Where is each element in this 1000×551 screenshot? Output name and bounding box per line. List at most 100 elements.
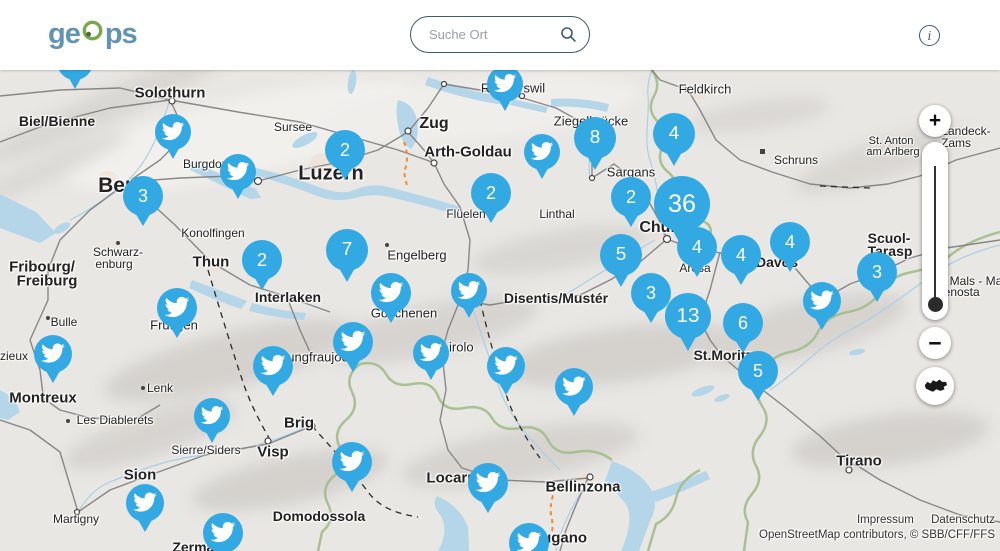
twitter-marker[interactable] <box>487 66 523 102</box>
twitter-marker[interactable] <box>157 288 197 328</box>
twitter-bird-icon <box>162 120 184 142</box>
map-copyright: OpenStreetMap contributors, © SBB/CFF/FF… <box>759 529 995 541</box>
map-place-label: Domodossola <box>273 508 366 524</box>
map-place-label: Bellinzona <box>545 479 620 496</box>
cluster-marker[interactable]: 2 <box>611 177 651 217</box>
twitter-marker[interactable] <box>155 114 191 150</box>
twitter-bird-icon <box>211 520 236 545</box>
impressum-link[interactable]: Impressum <box>857 514 914 526</box>
twitter-bird-icon <box>458 279 480 301</box>
cluster-marker[interactable]: 36 <box>654 176 710 232</box>
twitter-marker[interactable] <box>332 442 372 482</box>
twitter-bird-icon <box>227 160 249 182</box>
cluster-marker[interactable]: 5 <box>738 351 778 391</box>
twitter-bird-icon <box>562 374 586 398</box>
map-place-label: Les Diablerets <box>77 413 154 427</box>
twitter-bird-icon <box>494 353 518 377</box>
map-place-label: Konolfingen <box>181 226 244 240</box>
cluster-count: 3 <box>123 176 163 216</box>
cluster-marker[interactable]: 2 <box>471 173 511 213</box>
zoom-in-button[interactable]: + <box>919 105 951 137</box>
cluster-count: 3 <box>857 252 897 292</box>
twitter-bird-icon <box>810 288 834 312</box>
map-place-label: Biel/Bienne <box>19 113 95 129</box>
twitter-marker[interactable] <box>194 398 230 434</box>
twitter-bird-icon <box>41 341 65 365</box>
cluster-count: 4 <box>653 113 695 155</box>
geops-logo[interactable]: ge ps <box>48 19 137 49</box>
cluster-marker[interactable]: 5 <box>600 234 642 276</box>
map-place-label: Palézieux <box>0 349 28 363</box>
search-box <box>410 16 590 53</box>
twitter-marker[interactable] <box>555 368 593 406</box>
cluster-count: 2 <box>325 130 365 170</box>
cluster-marker[interactable]: 6 <box>723 303 763 343</box>
map-place-label: Freiburg <box>17 273 78 290</box>
twitter-marker[interactable] <box>451 273 487 309</box>
switzerland-extent-button[interactable] <box>916 367 954 405</box>
cluster-marker[interactable]: 4 <box>653 113 695 155</box>
map-place-label: Sursee <box>274 120 312 134</box>
twitter-bird-icon <box>531 140 553 162</box>
cluster-count: 36 <box>654 176 710 232</box>
cluster-marker[interactable]: 4 <box>721 235 761 275</box>
zoom-out-button[interactable]: − <box>919 327 951 359</box>
cluster-marker[interactable]: 2 <box>325 130 365 170</box>
cluster-marker[interactable]: 3 <box>857 252 897 292</box>
zoom-slider[interactable] <box>922 142 948 320</box>
twitter-marker[interactable] <box>126 484 164 522</box>
twitter-marker[interactable] <box>333 322 373 362</box>
twitter-bird-icon <box>379 280 404 305</box>
map-place-label: enburg <box>95 257 132 271</box>
twitter-bird-icon <box>340 449 365 474</box>
cluster-marker[interactable]: 8 <box>574 117 616 159</box>
map-place-label: Thun <box>193 254 230 271</box>
cluster-marker[interactable]: 4 <box>677 227 717 267</box>
map-place-label: Martigny <box>53 512 99 526</box>
twitter-bird-icon <box>341 329 366 354</box>
cluster-count: 2 <box>242 240 282 280</box>
map-place-label: Linthal <box>539 207 574 221</box>
map-place-label: Interlaken <box>255 289 321 305</box>
cluster-marker[interactable]: 4 <box>770 222 810 262</box>
map-place-label: Schruns <box>774 153 818 167</box>
twitter-marker[interactable] <box>253 346 293 386</box>
map-place-label: Lenk <box>147 381 173 395</box>
cluster-marker[interactable]: 13 <box>665 293 711 339</box>
search-input[interactable] <box>427 26 560 43</box>
twitter-marker[interactable] <box>803 282 841 320</box>
cluster-count: 4 <box>721 235 761 275</box>
twitter-marker[interactable] <box>524 134 560 170</box>
cluster-count: 13 <box>665 293 711 339</box>
twitter-marker[interactable] <box>468 463 508 503</box>
twitter-marker[interactable] <box>413 335 449 371</box>
map-place-label: Engelberg <box>387 248 446 263</box>
map[interactable]: SolothurnBiel/BienneBernBurgdorfKonolfin… <box>0 0 1000 551</box>
map-place-label: Sion <box>124 467 157 484</box>
cluster-count: 7 <box>326 229 368 271</box>
datenschutz-link[interactable]: Datenschutz <box>931 514 995 526</box>
twitter-bird-icon <box>517 530 542 551</box>
zoom-slider-knob[interactable] <box>928 297 943 312</box>
switzerland-icon <box>922 377 949 395</box>
twitter-marker[interactable] <box>34 335 72 373</box>
cluster-marker[interactable]: 2 <box>242 240 282 280</box>
map-place-label: Zug <box>419 115 448 133</box>
cluster-count: 4 <box>677 227 717 267</box>
cluster-marker[interactable]: 7 <box>326 229 368 271</box>
search-icon[interactable] <box>560 26 577 43</box>
map-place-label: Visp <box>257 444 288 461</box>
map-place-label: Sierre/Siders <box>171 443 240 457</box>
attribution-bar: Impressum Datenschutz OpenStreetMap cont… <box>759 514 995 541</box>
cluster-count: 2 <box>611 177 651 217</box>
map-place-label: Feldkirch <box>679 82 732 97</box>
twitter-bird-icon <box>476 470 501 495</box>
cluster-count: 5 <box>600 234 642 276</box>
map-place-label: am Arlberg <box>866 146 919 158</box>
info-button[interactable]: i <box>919 25 940 46</box>
twitter-marker[interactable] <box>487 347 525 385</box>
cluster-marker[interactable]: 3 <box>123 176 163 216</box>
twitter-marker[interactable] <box>220 154 256 190</box>
twitter-marker[interactable] <box>371 273 411 313</box>
twitter-marker[interactable] <box>203 513 243 551</box>
